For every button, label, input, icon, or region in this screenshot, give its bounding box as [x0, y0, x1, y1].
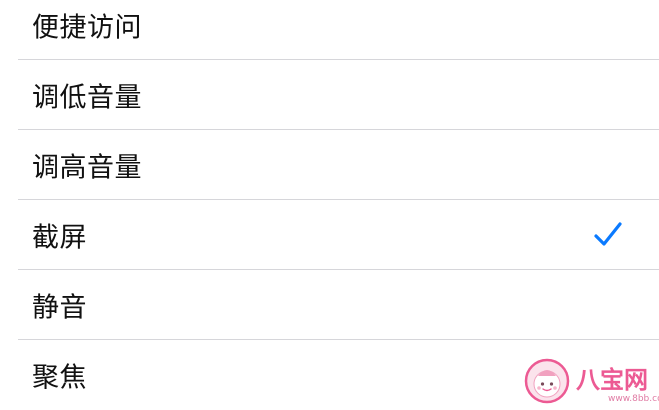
watermark-text: 八宝网	[576, 366, 648, 394]
baby-face-icon	[524, 358, 570, 404]
list-item-label: 静音	[32, 292, 87, 324]
list-item-volume-down[interactable]: 调低音量	[0, 60, 659, 130]
checkmark-icon	[594, 222, 622, 246]
list-item-label: 便捷访问	[32, 12, 142, 44]
list-item-label: 聚焦	[32, 362, 87, 394]
list-item-label: 截屏	[32, 222, 87, 254]
list-item-mute[interactable]: 静音	[0, 270, 659, 340]
list-item-accessibility-shortcut[interactable]: 便捷访问	[0, 0, 659, 60]
list-item-label: 调高音量	[32, 152, 142, 184]
list-item-screenshot[interactable]: 截屏	[0, 200, 659, 270]
settings-list: 便捷访问 调低音量 调高音量 截屏 静音 聚焦	[0, 0, 659, 410]
watermark-url: www.8bb.com	[608, 394, 659, 404]
list-item-volume-up[interactable]: 调高音量	[0, 130, 659, 200]
list-item-label: 调低音量	[32, 82, 142, 114]
watermark: 八宝网 www.8bb.com	[522, 356, 659, 409]
